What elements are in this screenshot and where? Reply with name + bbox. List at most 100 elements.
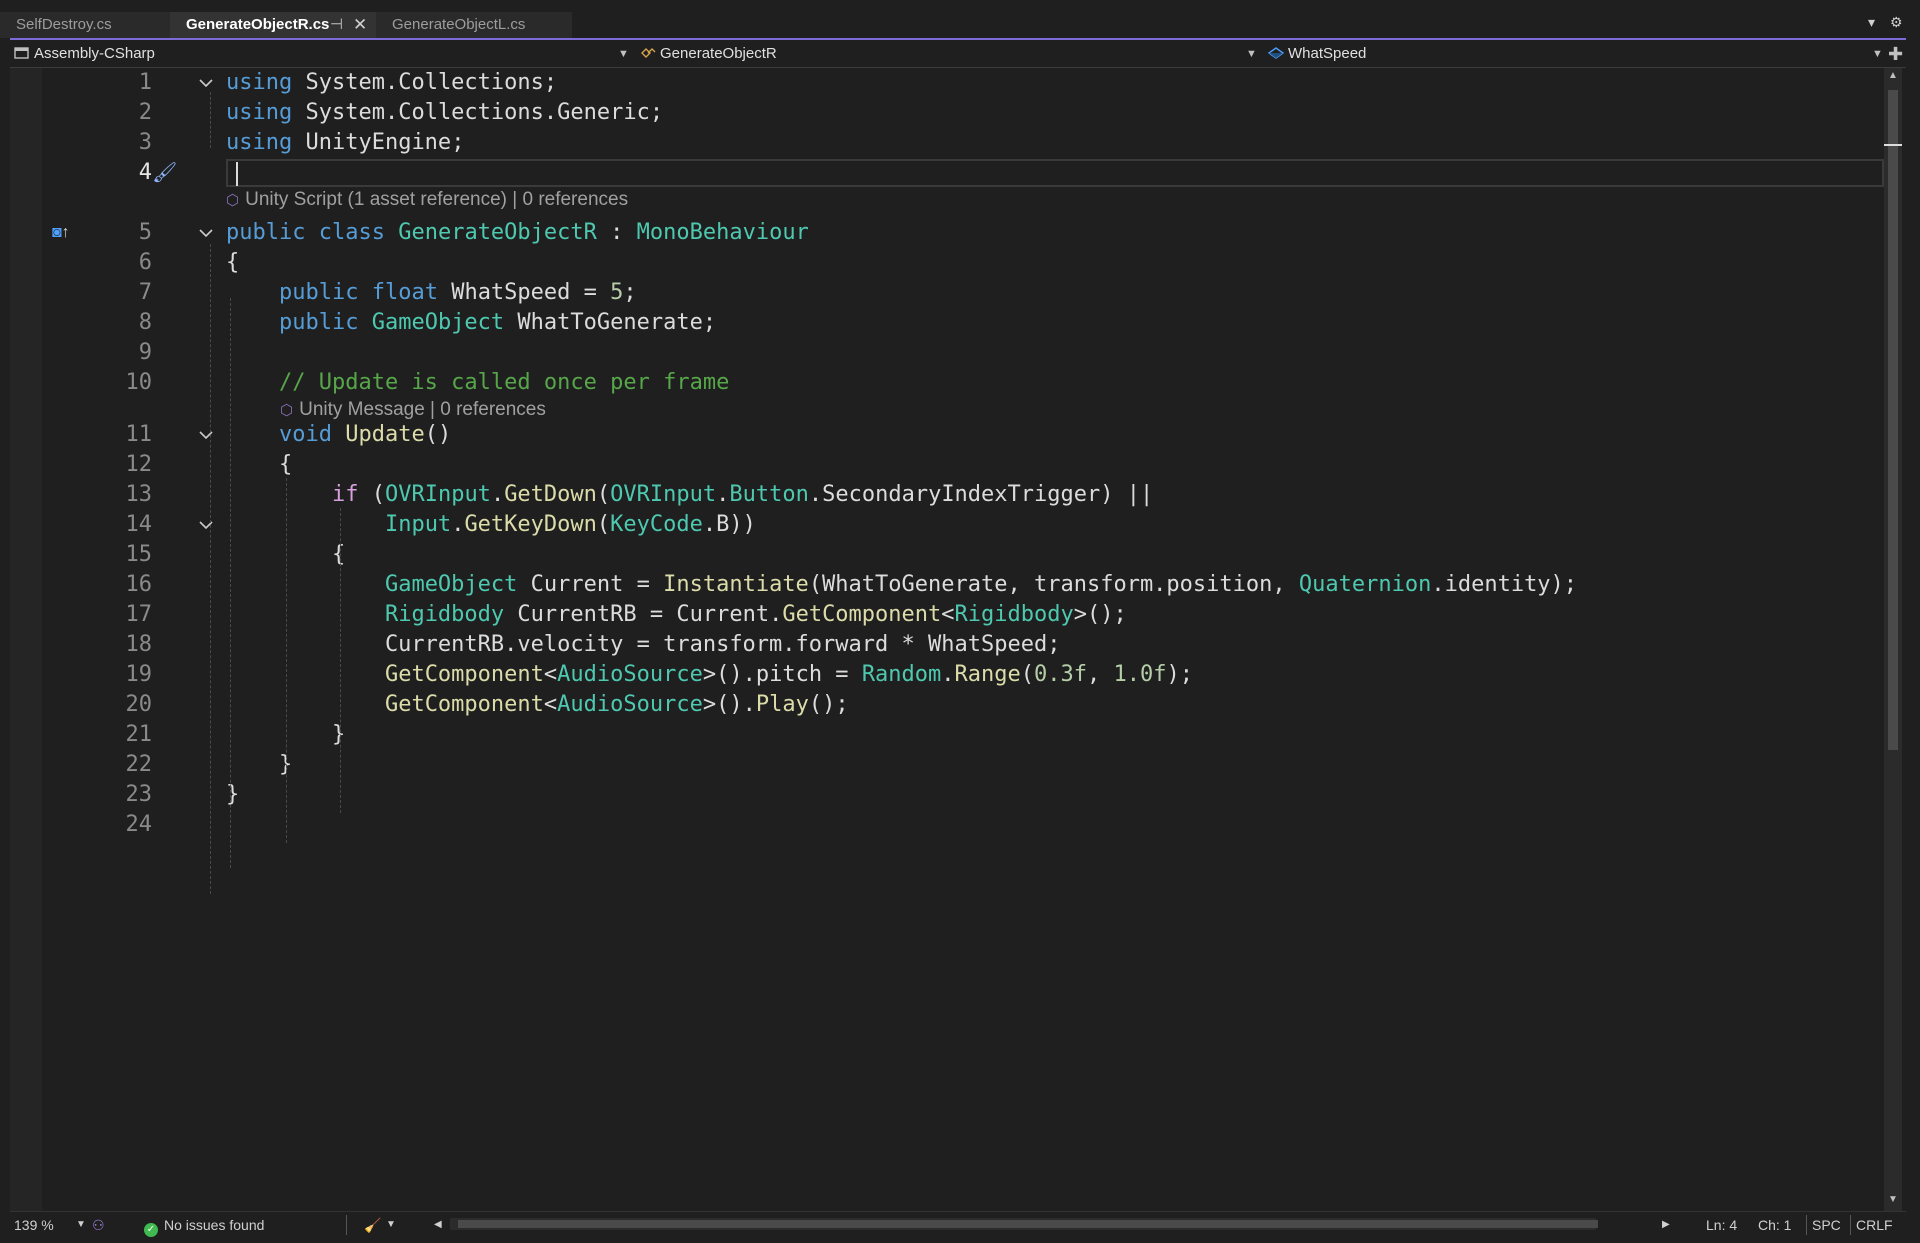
indent-indicator[interactable]: SPC	[1812, 1216, 1841, 1234]
code-line[interactable]: void Update()	[226, 420, 451, 450]
code-line[interactable]: }	[226, 780, 239, 810]
vertical-scrollbar[interactable]: ▲ ▼	[1884, 68, 1902, 1211]
code-token: (	[596, 512, 611, 537]
horizontal-scrollbar[interactable]	[450, 1218, 1598, 1230]
line-ending-indicator[interactable]: CRLF	[1856, 1216, 1893, 1234]
cube-icon: ⬡	[226, 192, 240, 209]
code-token: Rigidbody	[954, 602, 1074, 627]
chevron-down-icon[interactable]: ▼	[1872, 44, 1883, 64]
collapse-chevron-icon[interactable]	[196, 510, 216, 540]
code-line[interactable]: public class GenerateObjectR : MonoBehav…	[226, 218, 809, 248]
copilot-icon[interactable]: ⚇	[92, 1216, 105, 1234]
code-token: );	[1166, 662, 1194, 687]
code-line[interactable]: GameObject Current = Instantiate(WhatToG…	[226, 570, 1577, 600]
pin-icon[interactable]: ⊣	[330, 12, 343, 38]
code-token: MonoBehaviour	[636, 220, 809, 245]
code-token: float	[371, 280, 438, 305]
code-line[interactable]: Input.GetKeyDown(KeyCode.B))	[226, 510, 756, 540]
code-line[interactable]: public GameObject WhatToGenerate;	[226, 308, 716, 338]
collapse-chevron-icon[interactable]	[196, 420, 216, 450]
code-token: Update	[345, 422, 425, 447]
split-editor-icon[interactable]: ✚	[1888, 44, 1903, 64]
code-line[interactable]: if (OVRInput.GetDown(OVRInput.Button.Sec…	[226, 480, 1153, 510]
tab-generateobjectr[interactable]: GenerateObjectR.cs ⊣ ✕	[170, 12, 376, 38]
line-number: 3	[138, 130, 152, 155]
class-codelens[interactable]: ⬡ Unity Script (1 asset reference) | 0 re…	[226, 188, 628, 212]
project-label: Assembly-CSharp	[34, 45, 155, 62]
code-editor[interactable]: 1 using System.Collections; 2 using System.…	[10, 68, 1884, 1211]
chevron-down-icon[interactable]: ▼	[618, 44, 629, 64]
code-token: public	[278, 280, 359, 305]
chevron-down-icon[interactable]: ▼	[386, 1216, 396, 1234]
line-number: 5	[138, 220, 152, 245]
line-number: 16	[125, 572, 153, 597]
close-icon[interactable]: ✕	[353, 12, 367, 38]
method-codelens[interactable]: ⬡ Unity Message | 0 references	[280, 398, 546, 422]
line-number: 1	[138, 70, 152, 95]
line-indicator[interactable]: Ln: 4	[1706, 1216, 1737, 1234]
scroll-up-icon[interactable]: ▲	[1888, 70, 1898, 81]
scroll-thumb[interactable]	[458, 1220, 1598, 1228]
code-token: KeyCode	[610, 512, 703, 537]
scroll-left-icon[interactable]: ◀	[434, 1216, 442, 1234]
scroll-down-icon[interactable]: ▼	[1888, 1194, 1898, 1205]
code-line[interactable]: // Update is called once per frame	[226, 368, 729, 398]
code-line[interactable]: GetComponent<AudioSource>().Play();	[226, 690, 849, 720]
scroll-thumb[interactable]	[1888, 90, 1898, 750]
code-line[interactable]: using UnityEngine;	[226, 128, 464, 158]
code-token: using	[226, 130, 293, 155]
member-dropdown[interactable]: WhatSpeed	[1268, 44, 1868, 64]
code-line[interactable]: using System.Collections.Generic;	[226, 98, 663, 128]
line-number: 8	[138, 310, 152, 335]
code-line[interactable]: {	[226, 248, 239, 278]
column-indicator[interactable]: Ch: 1	[1758, 1216, 1791, 1234]
code-token: Rigidbody	[384, 602, 505, 627]
code-line[interactable]: using System.Collections;	[226, 68, 557, 98]
code-line[interactable]: public float WhatSpeed = 5;	[226, 278, 637, 308]
chevron-down-icon[interactable]: ▾	[1868, 14, 1875, 31]
issues-indicator[interactable]: ✓ No issues found	[144, 1216, 264, 1237]
code-token: .	[808, 482, 823, 507]
code-line[interactable]: {	[226, 450, 292, 480]
code-cleanup-brush-icon[interactable]: 🧹	[364, 1216, 381, 1234]
quick-actions-brush-icon[interactable]: 🖌	[152, 160, 177, 185]
code-line[interactable]: Rigidbody CurrentRB = Current.GetCompone…	[226, 600, 1127, 630]
project-dropdown[interactable]: Assembly-CSharp	[14, 44, 624, 64]
tab-selfdestroy[interactable]: SelfDestroy.cs	[0, 12, 170, 38]
line-number: 18	[125, 632, 153, 657]
type-label: GenerateObjectR	[660, 45, 777, 62]
gear-icon[interactable]: ⚙	[1890, 14, 1903, 31]
code-token: using	[226, 70, 293, 95]
code-token: GetComponent	[782, 602, 942, 627]
code-token: GetDown	[504, 482, 597, 507]
current-line-highlight	[226, 159, 1884, 187]
code-line[interactable]: CurrentRB.velocity = transform.forward *…	[226, 630, 1061, 660]
type-dropdown[interactable]: GenerateObjectR	[640, 44, 1250, 64]
navigation-bar: Assembly-CSharp ▼ GenerateObjectR ▼ What…	[10, 40, 1906, 68]
code-token: }	[226, 782, 240, 807]
collapse-chevron-icon[interactable]	[196, 218, 216, 248]
class-icon	[641, 48, 656, 58]
code-token: System	[292, 100, 385, 125]
zoom-level[interactable]: 139 %	[14, 1216, 54, 1234]
code-line[interactable]: GetComponent<AudioSource>().pitch = Rand…	[226, 660, 1193, 690]
code-token: >().	[702, 692, 756, 717]
chevron-down-icon[interactable]: ▼	[1246, 44, 1257, 64]
code-token: .	[1431, 572, 1445, 597]
indent-guide	[286, 478, 287, 843]
chevron-down-icon[interactable]: ▼	[76, 1216, 86, 1234]
implementation-margin-icon[interactable]: ◙↑	[52, 224, 70, 242]
code-token: .	[451, 512, 465, 537]
scroll-right-icon[interactable]: ▶	[1662, 1216, 1670, 1234]
code-token: Button	[729, 482, 809, 507]
code-token: ;	[623, 280, 637, 305]
code-line[interactable]: }	[226, 750, 292, 780]
code-token: <	[941, 602, 955, 627]
tab-label: SelfDestroy.cs	[16, 16, 112, 33]
collapse-chevron-icon[interactable]	[196, 68, 216, 98]
code-token: ();	[808, 692, 849, 717]
tab-generateobjectl[interactable]: GenerateObjectL.cs	[376, 12, 572, 38]
line-number: 6	[138, 250, 152, 275]
